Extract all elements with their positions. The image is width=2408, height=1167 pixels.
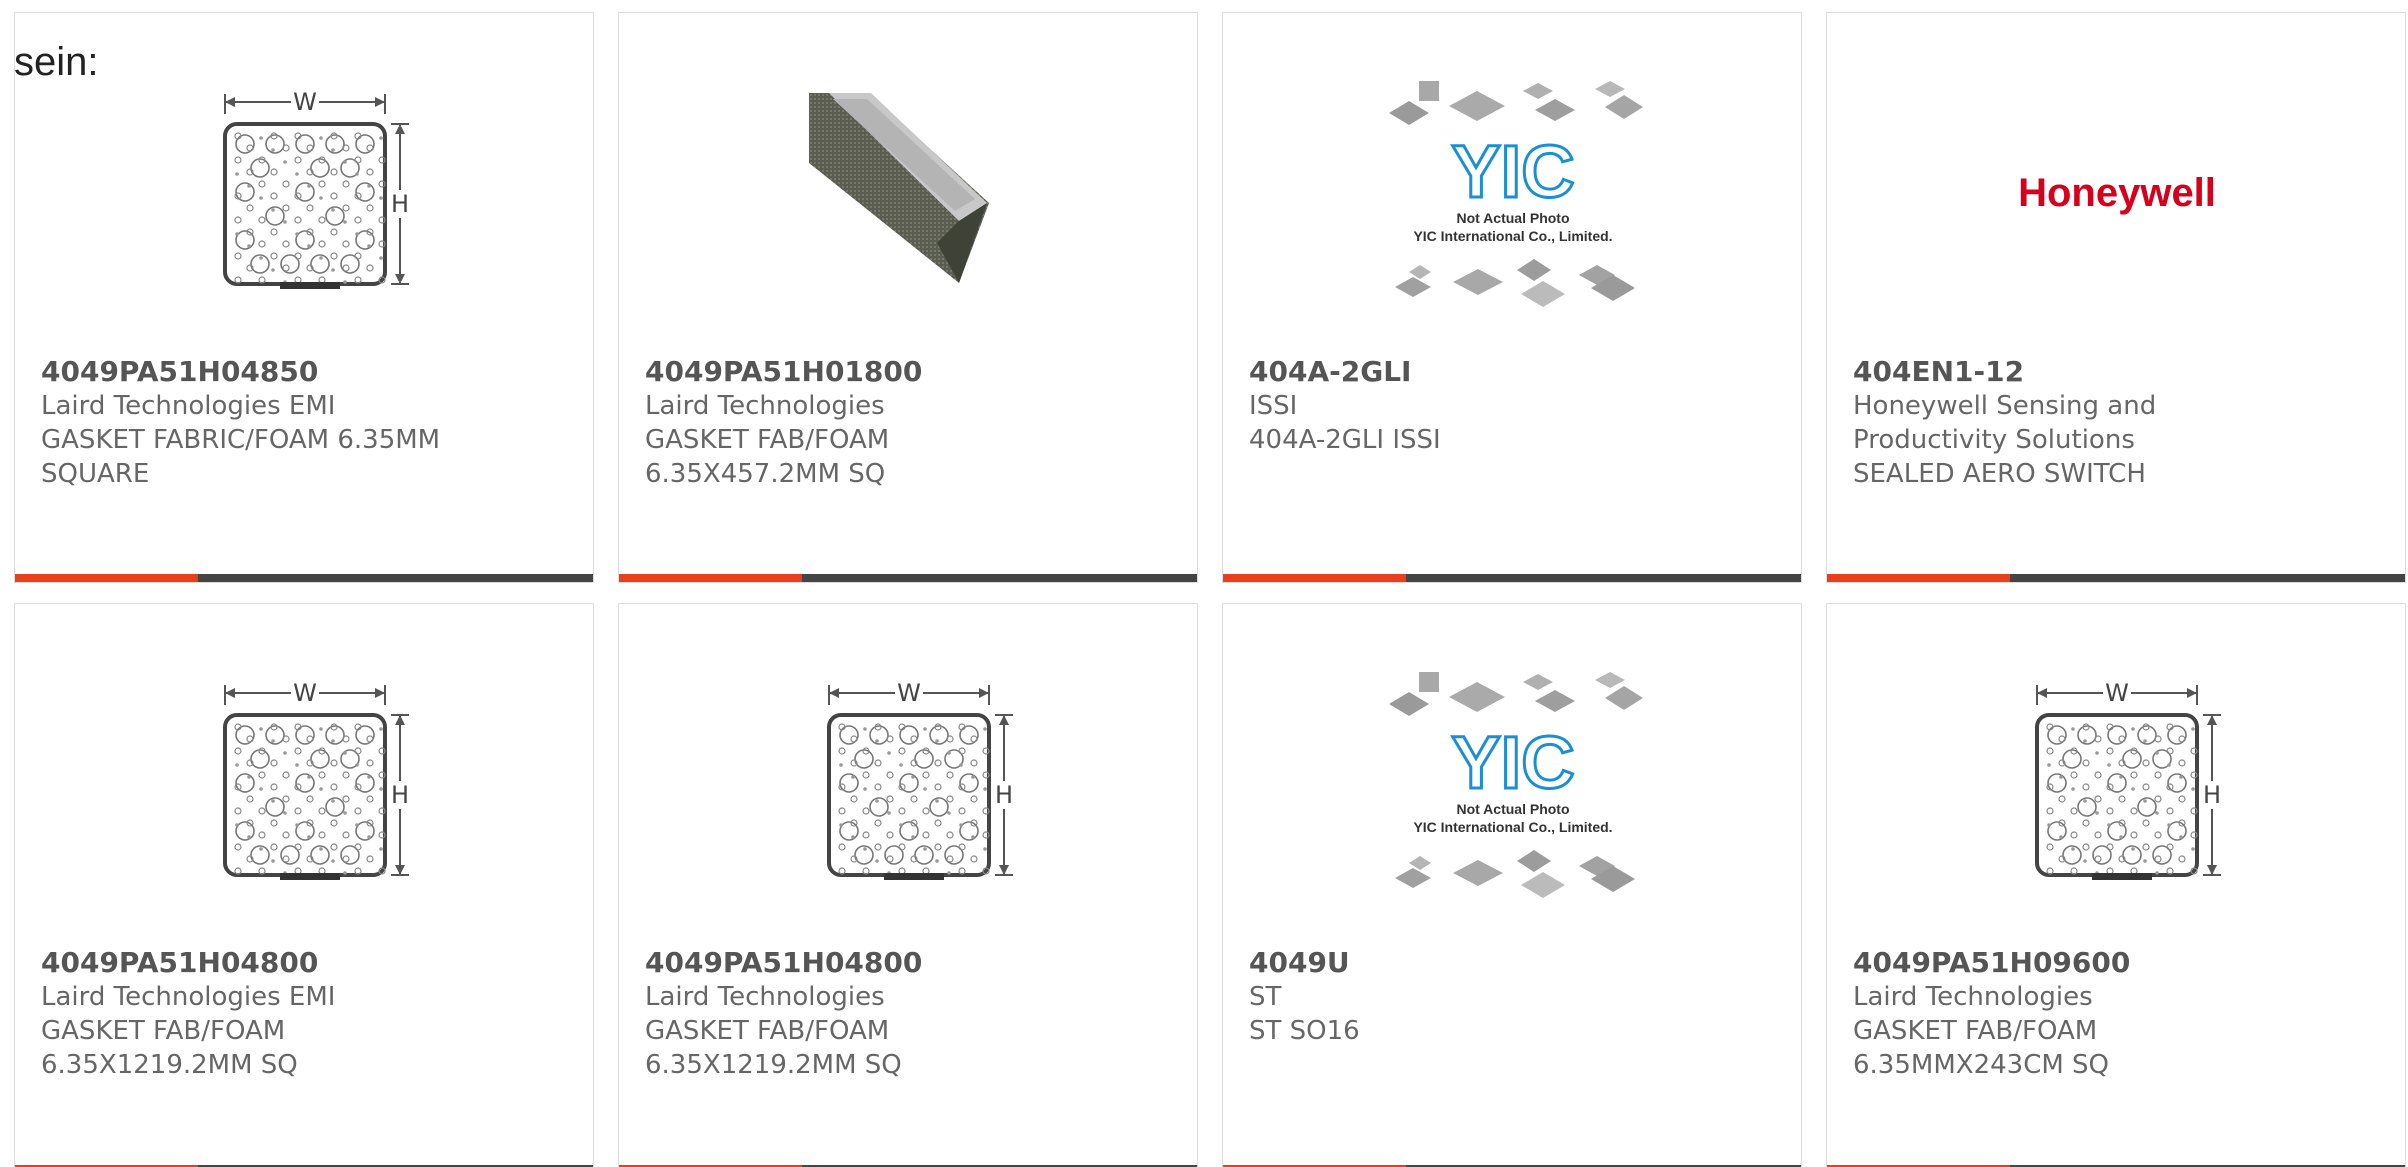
gasket-diagram-image: WH xyxy=(223,88,411,289)
product-image[interactable] xyxy=(619,63,1197,323)
product-description: GASKET FAB/FOAM 6.35MMX243CM SQ xyxy=(1853,1016,2110,1080)
gasket-diagram-image: WH xyxy=(2035,679,2223,880)
product-image[interactable]: YIC Not Actual Photo YIC International Co.… xyxy=(1223,63,1801,323)
part-number-link[interactable]: 4049PA51H01800 xyxy=(645,355,1177,389)
card-accent-bar xyxy=(619,574,802,582)
manufacturer-name: Honeywell Sensing and Productivity Solut… xyxy=(1853,391,2157,455)
product-info: 4049PA51H01800 Laird Technologies GASKET F… xyxy=(645,355,1177,491)
placeholder-caption-line2: YIC International Co., Limited. xyxy=(1413,228,1612,244)
part-number-link[interactable]: 404A-2GLI xyxy=(1249,355,1781,389)
product-info: 4049PA51H04800 Laird Technologies GASKET F… xyxy=(645,946,1177,1082)
yic-logo-text: YIC xyxy=(1451,130,1574,213)
gasket-diagram-image: WH xyxy=(223,679,411,880)
product-info: 404EN1-12 Honeywell Sensing and Productiv… xyxy=(1853,355,2385,491)
yic-logo-text: YIC xyxy=(1451,721,1574,804)
product-description: GASKET FAB/FOAM 6.35X1219.2MM SQ xyxy=(41,1016,298,1080)
manufacturer-name: Laird Technologies xyxy=(1853,982,2093,1012)
diagram-height-label: H xyxy=(391,190,409,218)
product-info: 4049U ST ST SO16 xyxy=(1249,946,1781,1048)
product-info: 4049PA51H04850 Laird Technologies EMI GASK… xyxy=(41,355,573,491)
part-number-link[interactable]: 404EN1-12 xyxy=(1853,355,2385,389)
product-image[interactable]: Honeywell xyxy=(1827,63,2405,323)
product-description: 404A-2GLI ISSI xyxy=(1249,425,1441,455)
diagram-height-label: H xyxy=(391,781,409,809)
product-card[interactable]: W H 4049PA51H04800 Laird Technologies GASKET… xyxy=(618,603,1198,1167)
product-card[interactable]: Honeywell 404EN1-12 Honeywell Sensing and … xyxy=(1826,12,2406,583)
product-card[interactable]: 4049PA51H01800 Laird Technologies GASKET F… xyxy=(618,12,1198,583)
manufacturer-name: Laird Technologies xyxy=(645,982,885,1012)
product-grid-page: sein: W H 4049PA51H04850 Laird Technologies… xyxy=(0,0,2408,1167)
product-image[interactable]: WH xyxy=(1827,654,2405,914)
card-accent-bar xyxy=(1223,574,1406,582)
product-card[interactable]: W H 4049PA51H04850 Laird Technologies EMI GA… xyxy=(14,12,594,583)
placeholder-caption-line1: Not Actual Photo xyxy=(1456,210,1569,226)
product-card[interactable]: W H 4049PA51H09600 Laird Technologies GASKET… xyxy=(1826,603,2406,1167)
diagram-width-label: W xyxy=(2105,679,2129,707)
gasket-photo-image xyxy=(809,93,989,283)
page-prefix-text: sein: xyxy=(14,40,99,84)
product-image[interactable]: WH xyxy=(15,654,593,914)
diagram-width-label: W xyxy=(293,679,317,707)
product-info: 4049PA51H09600 Laird Technologies GASKET F… xyxy=(1853,946,2385,1082)
manufacturer-name: Laird Technologies EMI xyxy=(41,391,336,421)
part-number-link[interactable]: 4049PA51H09600 xyxy=(1853,946,2385,980)
product-card[interactable]: YIC Not Actual Photo YIC International Co.… xyxy=(1222,603,1802,1167)
product-grid: W H 4049PA51H04850 Laird Technologies EMI GA… xyxy=(14,12,2408,1167)
product-image[interactable]: YIC Not Actual Photo YIC International Co.… xyxy=(1223,654,1801,914)
not-actual-photo-placeholder: YICNot Actual Photo YIC International Co.… xyxy=(1389,81,1643,307)
honeywell-logo: Honeywell xyxy=(2018,170,2216,215)
placeholder-caption-line1: Not Actual Photo xyxy=(1456,801,1569,817)
card-accent-bar xyxy=(1827,574,2010,582)
part-number-link[interactable]: 4049U xyxy=(1249,946,1781,980)
manufacturer-name: ST xyxy=(1249,982,1282,1012)
diagram-height-label: H xyxy=(995,781,1013,809)
product-card[interactable]: W H 4049PA51H04800 Laird Technologies EMI GA… xyxy=(14,603,594,1167)
product-info: 4049PA51H04800 Laird Technologies EMI GASK… xyxy=(41,946,573,1082)
product-image[interactable]: WH xyxy=(619,654,1197,914)
gasket-diagram-image: WH xyxy=(827,679,1015,880)
card-accent-bar xyxy=(15,574,198,582)
diagram-width-label: W xyxy=(293,88,317,116)
product-description: GASKET FAB/FOAM 6.35X1219.2MM SQ xyxy=(645,1016,902,1080)
product-image[interactable]: WH xyxy=(15,63,593,323)
product-description: GASKET FABRIC/FOAM 6.35MM SQUARE xyxy=(41,425,441,489)
product-description: SEALED AERO SWITCH xyxy=(1853,459,2146,489)
product-card[interactable]: YIC Not Actual Photo YIC International Co.… xyxy=(1222,12,1802,583)
product-description: GASKET FAB/FOAM 6.35X457.2MM SQ xyxy=(645,425,890,489)
card-bottom-bar xyxy=(619,574,1197,582)
manufacturer-name: Laird Technologies xyxy=(645,391,885,421)
manufacturer-name: ISSI xyxy=(1249,391,1298,421)
part-number-link[interactable]: 4049PA51H04850 xyxy=(41,355,573,389)
card-bottom-bar xyxy=(15,574,593,582)
part-number-link[interactable]: 4049PA51H04800 xyxy=(41,946,573,980)
card-bottom-bar xyxy=(1827,574,2405,582)
manufacturer-name: Laird Technologies EMI xyxy=(41,982,336,1012)
product-info: 404A-2GLI ISSI 404A-2GLI ISSI xyxy=(1249,355,1781,457)
diagram-height-label: H xyxy=(2203,781,2221,809)
product-description: ST SO16 xyxy=(1249,1016,1360,1046)
part-number-link[interactable]: 4049PA51H04800 xyxy=(645,946,1177,980)
not-actual-photo-placeholder: YICNot Actual Photo YIC International Co.… xyxy=(1389,672,1643,898)
card-bottom-bar xyxy=(1223,574,1801,582)
placeholder-caption-line2: YIC International Co., Limited. xyxy=(1413,819,1612,835)
diagram-width-label: W xyxy=(897,679,921,707)
